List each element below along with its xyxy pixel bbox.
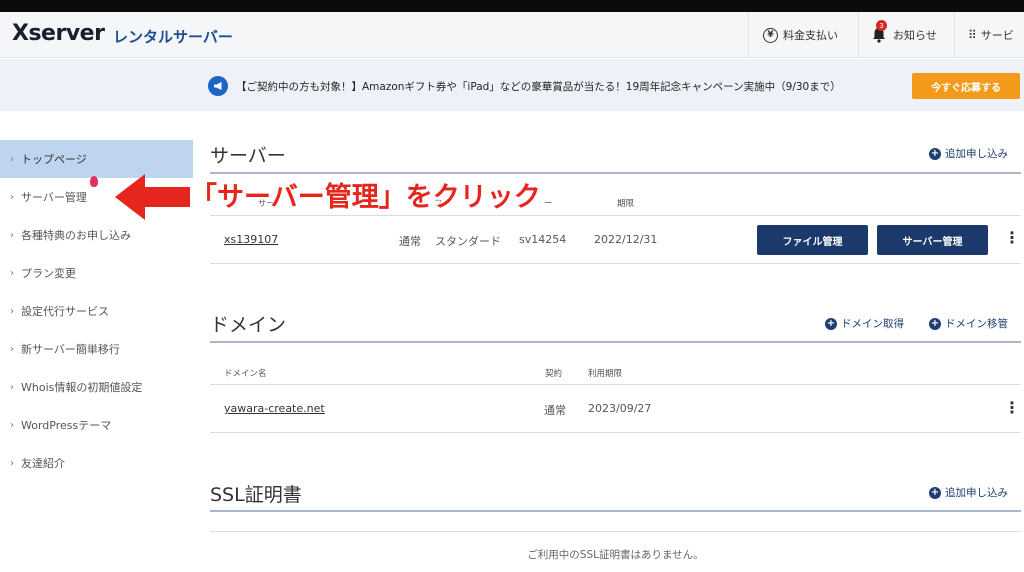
server-id-link[interactable]: xs139107 [224,233,278,246]
domain-acquire-link[interactable]: + ドメイン取得 [825,316,904,331]
section-divider [210,172,1021,174]
server-plan: スタンダード [435,235,501,248]
sidebar-item-label: 新サーバー簡単移行 [21,343,120,356]
plus-circle-icon: + [929,317,941,330]
row-divider [210,531,1021,532]
chevron-right-icon: › [10,229,14,241]
chevron-right-icon: › [10,191,14,203]
sidebar-item-migration[interactable]: › 新サーバー簡単移行 [0,330,193,368]
server-management-button[interactable]: サーバー管理 [877,225,988,255]
video-top-bar [0,0,1024,12]
server-contract: 通常 [399,235,421,248]
sidebar-item-setup-service[interactable]: › 設定代行サービス [0,292,193,330]
sidebar-item-plan-change[interactable]: › プラン変更 [0,254,193,292]
banner-text[interactable]: 【ご契約中の方も対象！】Amazonギフト券や「iPad」などの豪華賞品が当たる… [236,79,841,94]
domain-col-header: 契約 [545,369,563,379]
campaign-banner: 【ご契約中の方も対象！】Amazonギフト券や「iPad」などの豪華賞品が当たる… [0,59,1024,111]
product-name: レンタルサーバー [113,28,233,46]
sidebar-item-label: WordPressテーマ [21,419,112,432]
sidebar-item-referral[interactable]: › 友達紹介 [0,444,193,482]
more-vertical-icon[interactable]: ⋮ [1004,228,1020,247]
payment-button[interactable]: ¥ 料金支払い [763,24,838,46]
domain-expiry: 2023/09/27 [588,402,652,415]
section-divider [210,341,1021,343]
sidebar-item-label: 設定代行サービス [21,305,109,318]
ssl-add-label: 追加申し込み [945,487,1008,499]
chevron-right-icon: › [10,305,14,317]
domain-name-link[interactable]: yawara-create.net [224,402,325,415]
row-divider [210,263,1021,264]
plus-circle-icon: + [929,147,941,160]
domain-section-title: ドメイン [210,314,287,336]
ssl-empty-message: ご利用中のSSL証明書はありません。 [527,549,704,561]
yen-icon: ¥ [763,27,778,43]
apply-now-button[interactable]: 今すぐ応募する [912,73,1020,99]
domain-col-header: 利用期限 [588,369,623,379]
notice-button[interactable]: 3 お知らせ [872,20,937,46]
header-divider [748,12,749,58]
grid-icon: ⠿ [968,28,977,42]
server-add-link[interactable]: + 追加申し込み [929,146,1008,161]
server-expiry: 2022/12/31 [594,233,658,246]
sidebar-item-label: トップページ [21,153,87,166]
row-divider [210,384,1021,385]
row-divider [210,432,1021,433]
chevron-right-icon: › [10,267,14,279]
chevron-right-icon: › [10,419,14,431]
domain-contract: 通常 [544,404,566,417]
row-divider [210,215,1021,216]
domain-transfer-label: ドメイン移管 [945,318,1008,330]
domain-col-header: ドメイン名 [224,369,267,379]
app-header: Xserver レンタルサーバー ¥ 料金支払い 3 お知らせ ⠿ サービ [0,12,1024,58]
server-host: sv14254 [519,233,567,246]
chevron-right-icon: › [10,153,14,165]
sidebar-item-wordpress-theme[interactable]: › WordPressテーマ [0,406,193,444]
server-add-label: 追加申し込み [945,148,1008,160]
section-divider [210,510,1021,512]
bell-icon: 3 [872,20,888,43]
services-label: サービ [980,29,1014,42]
plus-circle-icon: + [825,317,837,330]
chevron-right-icon: › [10,343,14,355]
domain-transfer-link[interactable]: + ドメイン移管 [929,316,1008,331]
red-arrow-icon [115,174,190,220]
header-divider [858,12,859,58]
server-col-header: ー [544,199,553,209]
sidebar-item-label: プラン変更 [21,267,76,280]
sidebar-item-label: 各種特典のお申し込み [21,229,131,242]
notice-label: お知らせ [893,29,937,42]
megaphone-icon [208,76,228,96]
ssl-add-link[interactable]: + 追加申し込み [929,485,1008,500]
chevron-right-icon: › [10,457,14,469]
sidebar-item-whois[interactable]: › Whois情報の初期値設定 [0,368,193,406]
server-section-title: サーバー [210,145,286,167]
services-button[interactable]: ⠿ サービ [968,24,1014,46]
mouse-cursor [90,176,98,187]
notice-badge: 3 [876,20,887,31]
server-col-header: 期限 [617,199,635,209]
sidebar-item-label: サーバー管理 [21,191,87,204]
sidebar-item-label: 友達紹介 [21,457,65,470]
sidebar-item-label: Whois情報の初期値設定 [21,381,143,394]
domain-acquire-label: ドメイン取得 [841,318,904,330]
ssl-section-title: SSL証明書 [210,484,302,506]
instruction-overlay: 「サーバー管理」をクリック [190,182,541,213]
more-vertical-icon[interactable]: ⋮ [1004,398,1020,417]
plus-circle-icon: + [929,486,941,499]
xserver-logo[interactable]: Xserver [12,21,105,46]
payment-label: 料金支払い [783,29,838,42]
chevron-right-icon: › [10,381,14,393]
file-management-button[interactable]: ファイル管理 [757,225,868,255]
header-divider [954,12,955,58]
